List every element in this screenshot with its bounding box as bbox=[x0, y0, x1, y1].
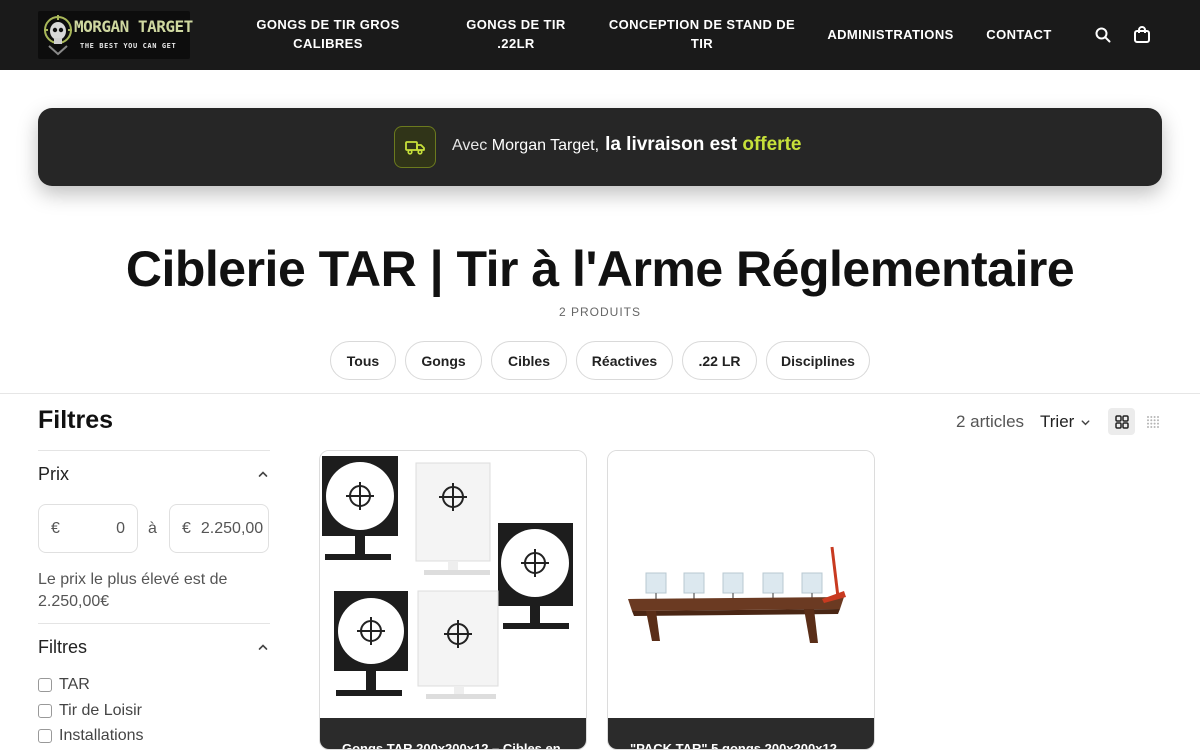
price-min-field[interactable]: € 0 bbox=[38, 504, 138, 553]
product-card[interactable]: Gongs TAR 200x200x12 – Cibles en bbox=[319, 450, 587, 750]
checkbox[interactable] bbox=[38, 704, 52, 718]
logo-subtitle: THE BEST YOU CAN GET bbox=[80, 42, 177, 50]
chevron-up-icon[interactable] bbox=[257, 641, 269, 653]
filter-option-label: TAR bbox=[59, 676, 90, 693]
price-separator: à bbox=[148, 520, 157, 537]
grid-view-icon[interactable] bbox=[1108, 408, 1135, 435]
price-min-value: 0 bbox=[116, 519, 125, 537]
shopping-bag-icon[interactable] bbox=[1131, 24, 1153, 46]
sort-label: Trier bbox=[1040, 412, 1075, 431]
sort-dropdown[interactable]: Trier bbox=[1040, 412, 1091, 432]
price-max-field[interactable]: € 2.250,00 bbox=[169, 504, 269, 553]
category-pill-tous[interactable]: Tous bbox=[330, 341, 396, 380]
nav-contact[interactable]: CONTACT bbox=[978, 25, 1060, 44]
category-pill-cibles[interactable]: Cibles bbox=[491, 341, 567, 380]
nav-conception-stand[interactable]: CONCEPTION DE STAND DE TIR bbox=[604, 15, 800, 53]
filter-option-tar[interactable]: TAR bbox=[38, 676, 90, 694]
skull-logo-icon bbox=[44, 15, 72, 56]
category-pill-22lr[interactable]: .22 LR bbox=[682, 341, 757, 380]
free-shipping-banner: Avec Morgan Target, la livraison est offe… bbox=[38, 108, 1162, 186]
max-price-note: Le prix le plus élevé est de 2.250,00€ bbox=[38, 571, 228, 610]
filter-option-tir-de-loisir[interactable]: Tir de Loisir bbox=[38, 702, 142, 720]
chevron-up-icon[interactable] bbox=[257, 468, 269, 480]
promo-text-part3: la livraison est bbox=[605, 134, 743, 155]
truck-icon bbox=[394, 126, 436, 168]
logo-title: MORGAN TARGET bbox=[74, 17, 193, 36]
nav-administrations[interactable]: ADMINISTRATIONS bbox=[822, 25, 959, 44]
search-icon[interactable] bbox=[1092, 24, 1114, 46]
list-view-icon[interactable] bbox=[1139, 408, 1166, 435]
promo-brand: Morgan Target, bbox=[491, 137, 600, 154]
article-count: 2 articles bbox=[956, 412, 1025, 431]
filters-group-heading[interactable]: Filtres bbox=[38, 637, 87, 658]
promo-text: Avec Morgan Target, la livraison est offe… bbox=[452, 134, 801, 156]
product-title[interactable]: "PACK TAR" 5 gongs 200x200x12 bbox=[630, 741, 854, 749]
currency-symbol: € bbox=[51, 519, 60, 537]
chevron-down-icon bbox=[1081, 419, 1090, 425]
checkbox[interactable] bbox=[38, 678, 52, 692]
tar-pack-rack-image[interactable] bbox=[608, 451, 874, 718]
filters-title: Filtres bbox=[38, 406, 114, 434]
section-divider bbox=[0, 393, 1200, 394]
category-pill-disciplines[interactable]: Disciplines bbox=[766, 341, 870, 380]
product-count: 2 PRODUITS bbox=[558, 305, 641, 319]
tar-gong-targets-image[interactable] bbox=[320, 451, 586, 718]
page-title: Ciblerie TAR | Tir à l'Arme Réglementair… bbox=[125, 241, 1075, 297]
category-pill-gongs[interactable]: Gongs bbox=[405, 341, 482, 380]
filter-option-installations[interactable]: Installations bbox=[38, 727, 144, 745]
sidebar-divider bbox=[38, 450, 270, 451]
promo-highlight: offerte bbox=[742, 134, 802, 155]
price-max-value: 2.250,00 bbox=[200, 519, 264, 537]
category-pill-reactives[interactable]: Réactives bbox=[576, 341, 673, 380]
filter-option-label: Installations bbox=[59, 727, 144, 744]
nav-gongs-22lr[interactable]: GONGS DE TIR .22LR bbox=[446, 15, 586, 53]
nav-gongs-gros-calibres[interactable]: GONGS DE TIR GROS CALIBRES bbox=[248, 15, 408, 53]
sidebar-divider bbox=[38, 623, 270, 624]
checkbox[interactable] bbox=[38, 729, 52, 743]
product-title[interactable]: Gongs TAR 200x200x12 – Cibles en bbox=[342, 741, 566, 749]
logo[interactable]: MORGAN TARGET THE BEST YOU CAN GET bbox=[38, 11, 193, 59]
product-card[interactable]: "PACK TAR" 5 gongs 200x200x12 bbox=[607, 450, 875, 750]
filter-option-label: Tir de Loisir bbox=[59, 702, 142, 719]
price-filter-heading[interactable]: Prix bbox=[38, 464, 69, 485]
currency-symbol: € bbox=[182, 519, 191, 537]
site-header: MORGAN TARGET THE BEST YOU CAN GET GONGS… bbox=[0, 0, 1200, 70]
promo-text-part1: Avec bbox=[452, 137, 492, 154]
